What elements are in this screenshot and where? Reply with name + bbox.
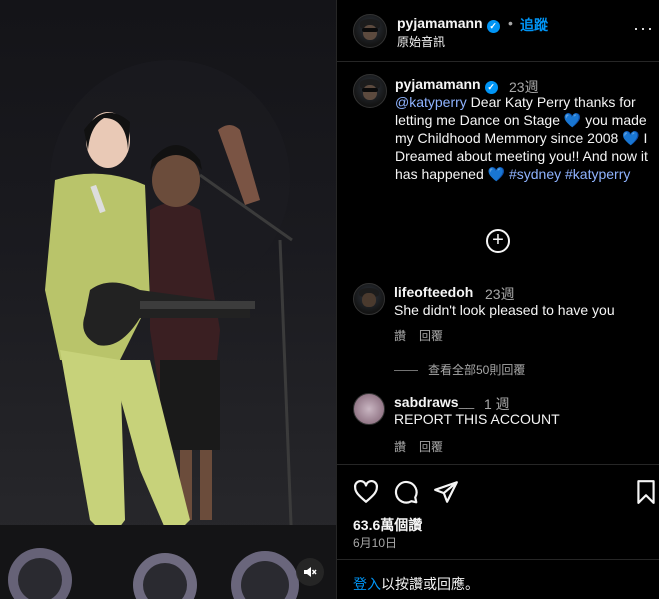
author-username[interactable]: pyjamamann ✓ bbox=[397, 15, 500, 33]
bookmark-icon[interactable] bbox=[633, 479, 659, 505]
login-prompt-text: 以按讚或回應。 bbox=[381, 576, 479, 592]
author-username-text[interactable]: pyjamamann bbox=[397, 15, 483, 31]
login-prompt: 登入 以按讚或回應。 bbox=[337, 559, 659, 599]
replies-divider-line bbox=[394, 370, 418, 372]
caption-author-username[interactable]: pyjamamann ✓ bbox=[395, 76, 498, 94]
likes-count[interactable]: 63.6萬個讚 bbox=[353, 515, 422, 535]
view-all-replies-text[interactable]: 查看全部50則回覆 bbox=[428, 363, 525, 377]
follow-button[interactable]: 追蹤 bbox=[520, 15, 548, 35]
video-player[interactable] bbox=[0, 0, 336, 599]
caption-text: @katyperry Dear Katy Perry thanks for le… bbox=[395, 93, 653, 183]
mention-link[interactable]: @katyperry bbox=[395, 94, 467, 110]
load-more-comments-icon[interactable]: + bbox=[486, 229, 510, 253]
speaker-muted-icon bbox=[304, 567, 317, 577]
commenter-avatar[interactable] bbox=[353, 393, 385, 425]
post-header: pyjamamann ✓ • 追蹤 原始音訊 ··· bbox=[337, 0, 659, 62]
hashtag-link[interactable]: #sydney bbox=[509, 166, 561, 182]
login-link[interactable]: 登入 bbox=[353, 574, 381, 594]
post-actions-bar: 63.6萬個讚 6月10日 登入 以按讚或回應。 bbox=[337, 464, 659, 599]
more-options-icon[interactable]: ··· bbox=[633, 18, 654, 39]
comment-text: She didn't look pleased to have you bbox=[394, 302, 615, 318]
comment-like-button[interactable]: 讚 bbox=[394, 327, 406, 344]
separator-dot: • bbox=[508, 15, 513, 31]
caption-author-avatar[interactable] bbox=[353, 74, 387, 108]
caption-username-text[interactable]: pyjamamann bbox=[395, 76, 481, 92]
hashtag-link[interactable]: #katyperry bbox=[565, 166, 630, 182]
author-avatar[interactable] bbox=[353, 14, 387, 48]
post-side-panel: pyjamamann ✓ • 追蹤 原始音訊 ··· pyjamamann ✓ 23… bbox=[336, 0, 659, 599]
commenter-username[interactable]: lifeofteedoh bbox=[394, 284, 473, 300]
blue-heart-emoji: 💙 bbox=[622, 130, 640, 146]
commenter-avatar[interactable] bbox=[353, 283, 385, 315]
view-all-replies-button[interactable]: 查看全部50則回覆 bbox=[394, 361, 525, 378]
comment-timestamp[interactable]: 23週 bbox=[485, 284, 515, 304]
original-audio-link[interactable]: 原始音訊 bbox=[397, 33, 445, 50]
comment-reply-button[interactable]: 回覆 bbox=[419, 438, 443, 455]
comment-like-button[interactable]: 讚 bbox=[394, 438, 406, 455]
verified-badge-icon: ✓ bbox=[486, 20, 500, 33]
blue-heart-emoji: 💙 bbox=[487, 166, 506, 182]
paper-plane-icon[interactable] bbox=[433, 479, 459, 505]
concert-video-frame bbox=[0, 60, 336, 599]
blue-heart-emoji: 💙 bbox=[563, 112, 582, 128]
comment-text: REPORT THIS ACCOUNT bbox=[394, 411, 560, 427]
post-date[interactable]: 6月10日 bbox=[353, 534, 397, 551]
mute-toggle-button[interactable] bbox=[296, 558, 324, 586]
comment-reply-button[interactable]: 回覆 bbox=[419, 327, 443, 344]
comment-bubble-icon[interactable] bbox=[393, 479, 419, 505]
commenter-username[interactable]: sabdraws__ bbox=[394, 394, 474, 410]
heart-outline-icon[interactable] bbox=[353, 479, 379, 505]
